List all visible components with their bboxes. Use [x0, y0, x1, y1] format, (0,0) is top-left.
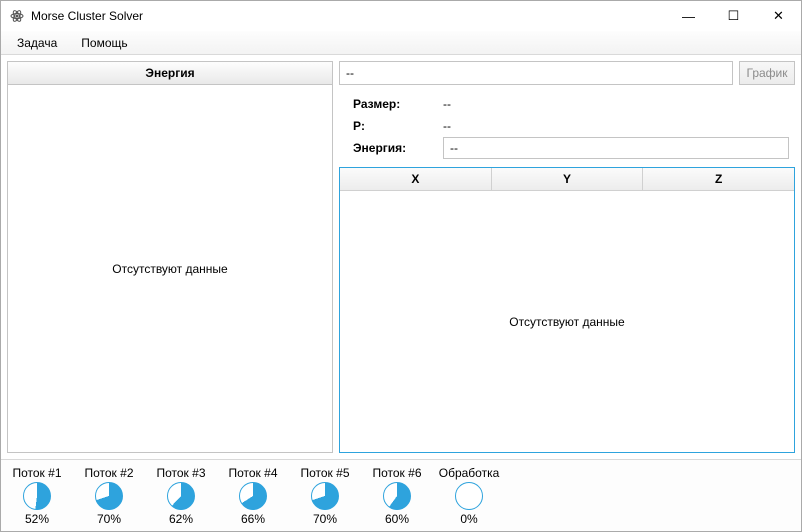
energy-panel-empty: Отсутствуют данные — [8, 85, 332, 452]
thread-6: Поток #6 60% — [367, 466, 427, 526]
thread-4: Поток #4 66% — [223, 466, 283, 526]
thread-percent: 52% — [25, 512, 49, 526]
progress-pie-icon — [167, 482, 195, 510]
progress-pie-icon — [311, 482, 339, 510]
thread-percent: 62% — [169, 512, 193, 526]
coords-table: X Y Z Отсутствуют данные — [339, 167, 795, 453]
properties: Размер: -- P: -- Энергия: — [339, 91, 795, 161]
graph-button[interactable]: График — [739, 61, 795, 85]
window-title: Morse Cluster Solver — [31, 9, 143, 23]
col-y[interactable]: Y — [492, 168, 644, 190]
close-button[interactable]: ✕ — [756, 1, 801, 31]
statusbar: Поток #152%Поток #270%Поток #362%Поток #… — [1, 459, 801, 531]
progress-pie-icon — [23, 482, 51, 510]
prop-energy: Энергия: — [353, 137, 789, 159]
table-header: X Y Z — [340, 168, 794, 191]
thread-percent: 70% — [97, 512, 121, 526]
details-top-row: График — [339, 61, 795, 85]
menu-task[interactable]: Задача — [7, 34, 67, 52]
minimize-button[interactable]: — — [666, 1, 711, 31]
name-input[interactable] — [339, 61, 733, 85]
details-panel: График Размер: -- P: -- Энергия: X Y Z О… — [339, 61, 795, 453]
energy-label: Энергия: — [353, 141, 443, 155]
thread-1: Поток #1 52% — [7, 466, 67, 526]
thread-label: Поток #6 — [372, 466, 421, 480]
p-label: P: — [353, 119, 443, 133]
col-x[interactable]: X — [340, 168, 492, 190]
size-value: -- — [443, 97, 451, 111]
thread-percent: 60% — [385, 512, 409, 526]
content: Энергия Отсутствуют данные График Размер… — [1, 55, 801, 459]
thread-percent: 0% — [460, 512, 477, 526]
progress-pie-icon — [95, 482, 123, 510]
titlebar: Morse Cluster Solver — ☐ ✕ — [1, 1, 801, 31]
app-icon — [9, 8, 25, 24]
menubar: Задача Помощь — [1, 31, 801, 55]
progress-pie-icon — [383, 482, 411, 510]
p-value: -- — [443, 119, 451, 133]
menu-help[interactable]: Помощь — [71, 34, 137, 52]
energy-panel: Энергия Отсутствуют данные — [7, 61, 333, 453]
energy-input[interactable] — [443, 137, 789, 159]
thread-label: Поток #1 — [12, 466, 61, 480]
progress-pie-icon — [455, 482, 483, 510]
thread-label: Поток #4 — [228, 466, 277, 480]
thread-7: Обработка 0% — [439, 466, 499, 526]
thread-3: Поток #3 62% — [151, 466, 211, 526]
window-controls: — ☐ ✕ — [666, 1, 801, 31]
table-empty: Отсутствуют данные — [340, 191, 794, 452]
thread-percent: 70% — [313, 512, 337, 526]
col-z[interactable]: Z — [643, 168, 794, 190]
thread-percent: 66% — [241, 512, 265, 526]
prop-size: Размер: -- — [353, 93, 789, 115]
thread-2: Поток #2 70% — [79, 466, 139, 526]
maximize-button[interactable]: ☐ — [711, 1, 756, 31]
thread-label: Поток #2 — [84, 466, 133, 480]
size-label: Размер: — [353, 97, 443, 111]
thread-label: Поток #5 — [300, 466, 349, 480]
progress-pie-icon — [239, 482, 267, 510]
thread-5: Поток #5 70% — [295, 466, 355, 526]
energy-panel-header: Энергия — [8, 62, 332, 85]
thread-label: Обработка — [439, 466, 500, 480]
thread-label: Поток #3 — [156, 466, 205, 480]
prop-p: P: -- — [353, 115, 789, 137]
